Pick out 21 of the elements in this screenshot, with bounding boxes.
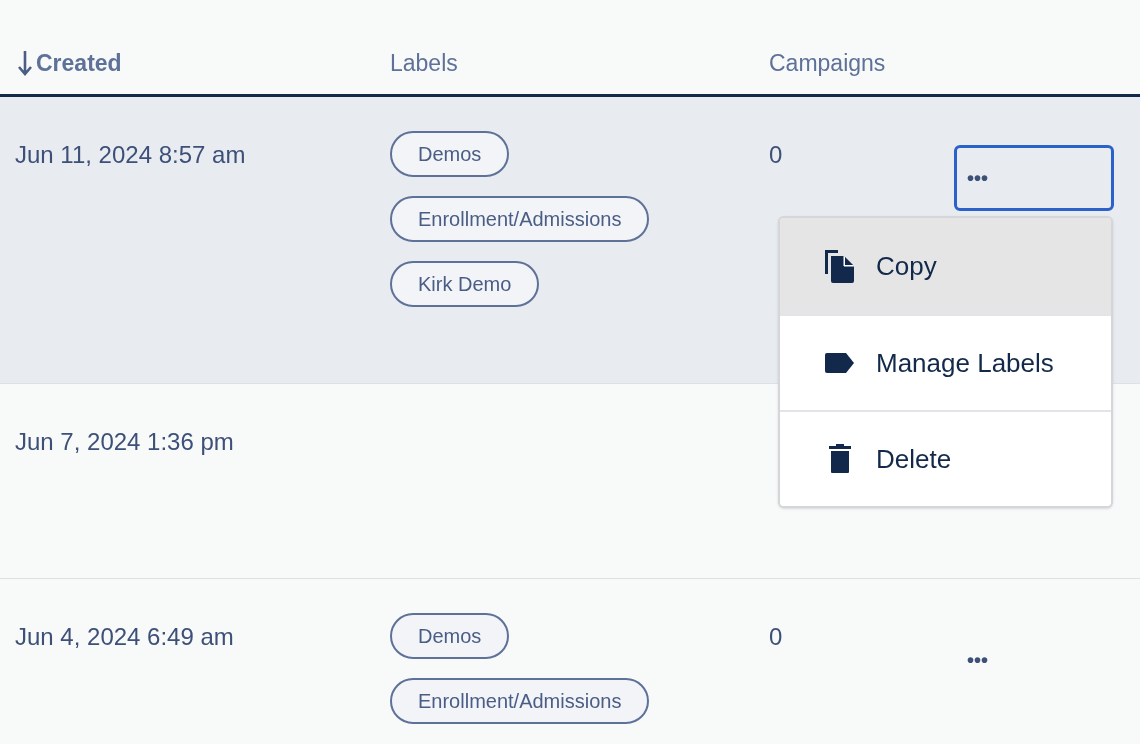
tag-icon — [824, 351, 856, 375]
label-tag: Enrollment/Admissions — [390, 678, 650, 724]
more-button[interactable]: ••• — [954, 145, 1114, 211]
trash-icon — [828, 444, 852, 474]
column-header[interactable]: Created — [36, 45, 122, 81]
label-tag: Demos — [390, 613, 510, 659]
label-tag: Kirk Demo — [390, 261, 540, 307]
label-tag: Demos — [390, 131, 510, 177]
date-text: Jun 11, 2024 8:57 am — [15, 141, 246, 168]
more-button[interactable]: ••• — [954, 627, 1114, 693]
date-text: Jun 4, 2024 6:49 am — [15, 623, 234, 650]
column-header[interactable]: Labels — [390, 45, 458, 81]
menu-item[interactable]: Manage Labels — [780, 314, 1111, 410]
copy-icon — [824, 248, 856, 284]
column-header[interactable]: Campaigns — [769, 45, 886, 81]
date-text: Jun 7, 2024 1:36 pm — [15, 428, 234, 455]
label-tag: Enrollment/Admissions — [390, 196, 650, 242]
menu-item[interactable]: Delete — [780, 410, 1111, 506]
menu-item[interactable]: Copy — [780, 218, 1111, 314]
campaign-count: 0 — [769, 623, 783, 650]
campaign-count: 0 — [769, 141, 783, 168]
